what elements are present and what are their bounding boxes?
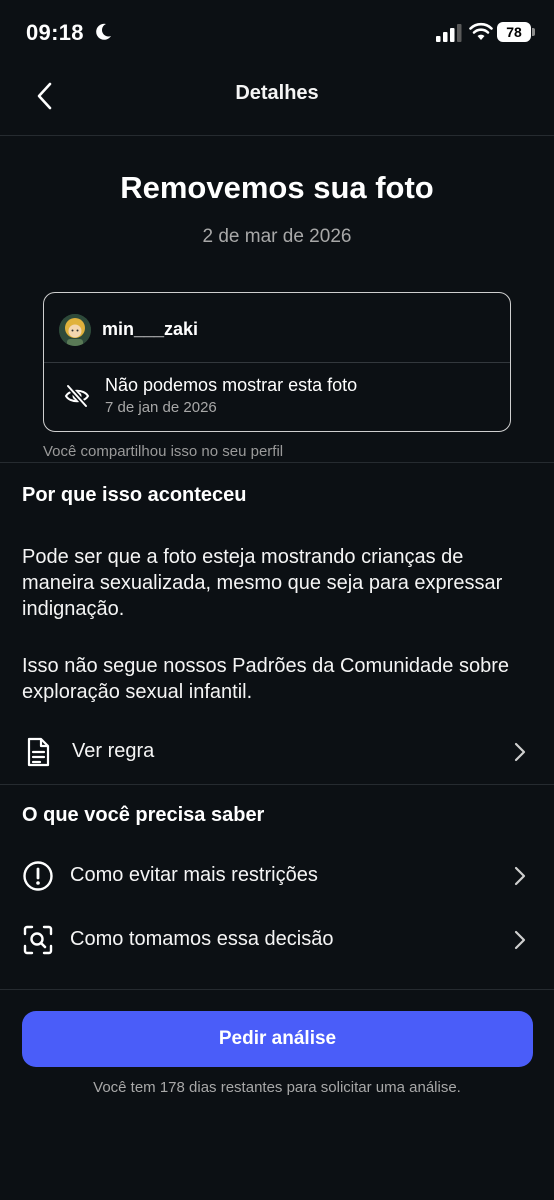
why-paragraph-1: Pode ser que a foto esteja mostrando cri… bbox=[22, 546, 503, 620]
divider bbox=[0, 989, 554, 990]
avatar bbox=[59, 314, 91, 346]
view-rule-label: Ver regra bbox=[72, 740, 155, 762]
request-review-button[interactable]: Pedir análise bbox=[22, 1011, 533, 1067]
headline: Removemos sua foto bbox=[120, 170, 434, 205]
battery-tip bbox=[532, 28, 535, 36]
divider bbox=[0, 784, 554, 785]
post-card-header: min___zaki bbox=[44, 293, 510, 363]
hidden-photo-message: Não podemos mostrar esta foto bbox=[105, 375, 358, 395]
removal-date: 2 de mar de 2026 bbox=[202, 226, 352, 247]
view-rule-row[interactable]: Ver regra bbox=[0, 724, 554, 780]
page-title: Detalhes bbox=[235, 82, 319, 104]
review-deadline-note: Você tem 178 dias restantes para solicit… bbox=[93, 1079, 461, 1096]
chevron-right-icon bbox=[514, 866, 526, 886]
magnify-scan-icon bbox=[23, 925, 53, 955]
chevron-right-icon bbox=[514, 930, 526, 950]
post-date: 7 de jan de 2026 bbox=[105, 399, 217, 416]
nav-header: Detalhes bbox=[0, 64, 554, 136]
avoid-restrictions-row[interactable]: Como evitar mais restrições bbox=[0, 848, 554, 904]
why-paragraph-2: Isso não segue nossos Padrões da Comunid… bbox=[22, 655, 509, 703]
status-bar: 09:18 78 bbox=[0, 0, 554, 64]
decision-process-row[interactable]: Como tomamos essa decisão bbox=[0, 912, 554, 968]
cellular-signal-icon bbox=[436, 24, 462, 42]
avatar-image bbox=[59, 314, 91, 346]
wifi-icon bbox=[469, 22, 493, 40]
moon-icon bbox=[96, 23, 111, 40]
status-time: 09:18 bbox=[26, 20, 84, 45]
chevron-right-icon bbox=[514, 742, 526, 762]
post-username: min___zaki bbox=[102, 319, 199, 339]
post-card: min___zaki Não podemos mostrar esta foto… bbox=[43, 292, 511, 432]
why-section-title: Por que isso aconteceu bbox=[22, 484, 247, 506]
battery-indicator: 78 bbox=[497, 22, 531, 42]
divider bbox=[0, 462, 554, 463]
eye-off-icon bbox=[64, 384, 90, 408]
shared-note: Você compartilhou isso no seu perfil bbox=[43, 443, 284, 460]
exclamation-circle-icon bbox=[23, 861, 53, 891]
avoid-restrictions-label: Como evitar mais restrições bbox=[70, 864, 318, 886]
info-section-title: O que você precisa saber bbox=[22, 804, 265, 826]
decision-process-label: Como tomamos essa decisão bbox=[70, 928, 334, 950]
document-icon bbox=[27, 737, 50, 767]
